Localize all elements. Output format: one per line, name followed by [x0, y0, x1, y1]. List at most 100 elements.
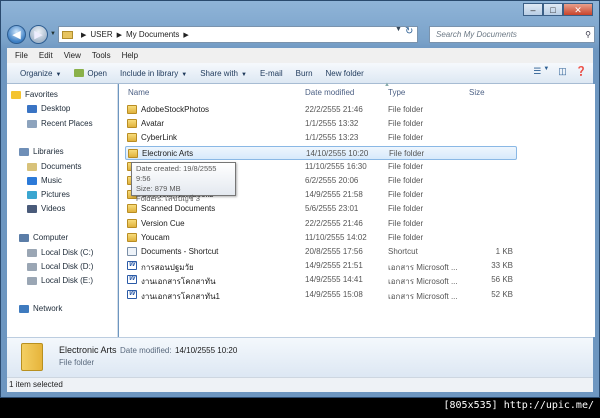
close-button[interactable]: ✕	[563, 3, 593, 16]
search-placeholder: Search My Documents	[436, 30, 517, 39]
file-type: File folder	[388, 119, 424, 129]
explorer-window: – □ ✕ ◀ ▶ ▼ ▶ USER ▶ My Documents ▶ ▼ ↻ …	[0, 0, 600, 398]
nav-computer[interactable]: Computer	[19, 233, 68, 242]
file-type: File folder	[388, 176, 424, 185]
folder-icon	[62, 30, 73, 39]
change-view-icon[interactable]: ☰	[533, 66, 541, 77]
disk-icon	[27, 276, 37, 285]
back-button[interactable]: ◀	[7, 25, 26, 44]
breadcrumb-my-documents[interactable]: My Documents	[126, 30, 179, 39]
breadcrumb-separator-icon[interactable]: ▶	[183, 31, 188, 39]
file-row[interactable]: AdobeStockPhotos 22/2/2555 21:46 File fold…	[125, 103, 517, 117]
menu-edit[interactable]: Edit	[39, 51, 53, 60]
column-name[interactable]: Name	[128, 88, 149, 97]
nav-videos-label: Videos	[41, 204, 66, 213]
details-type: File folder	[59, 358, 95, 367]
file-name: Youcam	[141, 232, 170, 242]
open-button[interactable]: Open	[74, 69, 107, 78]
file-name: AdobeStockPhotos	[141, 105, 210, 114]
organize-label: Organize	[20, 68, 53, 78]
nav-favorites[interactable]: Favorites	[11, 90, 58, 99]
refresh-icon[interactable]: ↻	[405, 26, 413, 37]
address-dropdown-icon[interactable]: ▼	[395, 26, 402, 33]
column-header: ▲ Name Date modified Type Size	[119, 82, 595, 100]
file-row[interactable]: Youcam 11/10/2555 14:02 File folder	[125, 231, 517, 245]
file-row[interactable]: งานเอกสารโคกสาทัน 14/9/2555 14:41 เอกสาร M…	[125, 273, 517, 287]
help-icon[interactable]: ❓	[576, 66, 587, 77]
file-name: Scanned Documents	[141, 204, 216, 214]
share-label: Share with	[200, 68, 238, 78]
file-name: Electronic Arts	[142, 148, 194, 158]
file-date: 14/9/2555 21:51	[305, 261, 363, 271]
nav-disk-d-label: Local Disk (D:)	[41, 262, 94, 271]
nav-music[interactable]: Music	[27, 176, 62, 185]
chevron-down-icon: ▼	[55, 71, 62, 78]
file-row[interactable]: Scanned Documents 5/6/2555 23:01 File fold…	[125, 202, 517, 216]
preview-pane-icon[interactable]: ◫	[558, 66, 567, 77]
file-row[interactable]: Avatar 1/1/2555 13:32 File folder	[125, 117, 517, 131]
nav-recent-places[interactable]: Recent Places	[27, 119, 93, 128]
menu-view[interactable]: View	[64, 51, 81, 60]
search-icon[interactable]: ⚲	[585, 27, 591, 42]
disk-icon	[27, 262, 37, 271]
file-date: 1/1/2555 13:32	[305, 119, 359, 129]
menu-tools[interactable]: Tools	[92, 51, 111, 60]
watermark: [805x535] http://upic.me/	[443, 400, 594, 411]
library-icon	[19, 147, 29, 156]
email-label: E-mail	[259, 68, 283, 78]
recent-pages-chevron-icon[interactable]: ▼	[50, 31, 56, 37]
file-type: เอกสาร Microsoft ...	[388, 263, 458, 273]
file-row[interactable]: Electronic Arts 14/10/2555 10:20 File fold…	[125, 145, 517, 160]
file-row[interactable]: Version Cue 22/2/2555 21:46 File folder	[125, 217, 517, 231]
chevron-down-icon: ▼	[241, 71, 247, 78]
nav-libraries[interactable]: Libraries	[19, 147, 64, 156]
nav-pictures-label: Pictures	[41, 190, 70, 199]
open-label: Open	[87, 68, 107, 78]
breadcrumb-separator-icon[interactable]: ▶	[81, 31, 86, 39]
share-with-button[interactable]: Share with ▼	[200, 69, 247, 78]
nav-documents[interactable]: Documents	[27, 162, 81, 171]
details-modified-label: Date modified:	[120, 346, 172, 355]
file-date: 6/2/2555 20:06	[305, 176, 359, 185]
nav-disk-c[interactable]: Local Disk (C:)	[27, 248, 93, 257]
burn-button[interactable]: Burn	[296, 69, 313, 78]
breadcrumb-separator-icon[interactable]: ▶	[117, 31, 122, 39]
star-icon	[11, 90, 21, 99]
email-button[interactable]: E-mail	[260, 69, 283, 78]
breadcrumb-user[interactable]: USER	[90, 30, 112, 39]
column-type[interactable]: Type	[388, 88, 405, 97]
menu-help[interactable]: Help	[122, 51, 138, 60]
search-input[interactable]: Search My Documents ⚲	[429, 26, 595, 43]
new-folder-button[interactable]: New folder	[326, 69, 364, 78]
nav-videos[interactable]: Videos	[27, 204, 65, 213]
file-size: 52 KB	[491, 289, 513, 299]
column-size[interactable]: Size	[469, 88, 485, 97]
include-in-library-button[interactable]: Include in library ▼	[120, 69, 187, 78]
address-bar[interactable]: ▶ USER ▶ My Documents ▶	[58, 26, 418, 43]
file-row[interactable]: งานเอกสารโคกสาทัน1 14/9/2555 15:08 เอกสาร …	[125, 288, 517, 302]
desktop-icon	[27, 104, 37, 113]
file-type: เอกสาร Microsoft ...	[388, 277, 458, 287]
menu-file[interactable]: File	[15, 51, 28, 60]
nav-network[interactable]: Network	[19, 304, 62, 313]
include-label: Include in library	[120, 68, 179, 78]
folder-icon	[21, 343, 43, 371]
column-date-modified[interactable]: Date modified	[305, 88, 354, 97]
word-document-icon	[127, 261, 137, 271]
documents-icon	[27, 162, 37, 171]
file-row[interactable]: CyberLink 1/1/2555 13:23 File folder	[125, 131, 517, 145]
file-row[interactable]: การสอนปฐมวัย 14/9/2555 21:51 เอกสาร Micros…	[125, 259, 517, 273]
maximize-button[interactable]: □	[543, 3, 563, 16]
forward-button[interactable]: ▶	[29, 25, 48, 44]
organize-button[interactable]: Organize ▼	[20, 69, 61, 78]
nav-libraries-label: Libraries	[33, 147, 64, 156]
nav-pictures[interactable]: Pictures	[27, 190, 70, 199]
file-row[interactable]: Documents - Shortcut 20/8/2555 17:56 Short…	[125, 245, 517, 259]
tooltip-size: Size: 879 MB	[136, 184, 181, 193]
word-document-icon	[127, 275, 137, 285]
nav-disk-e[interactable]: Local Disk (E:)	[27, 276, 93, 285]
nav-desktop[interactable]: Desktop	[27, 104, 70, 113]
minimize-button[interactable]: –	[523, 3, 543, 16]
view-options-chevron-icon[interactable]: ▼	[543, 66, 549, 77]
nav-disk-d[interactable]: Local Disk (D:)	[27, 262, 93, 271]
